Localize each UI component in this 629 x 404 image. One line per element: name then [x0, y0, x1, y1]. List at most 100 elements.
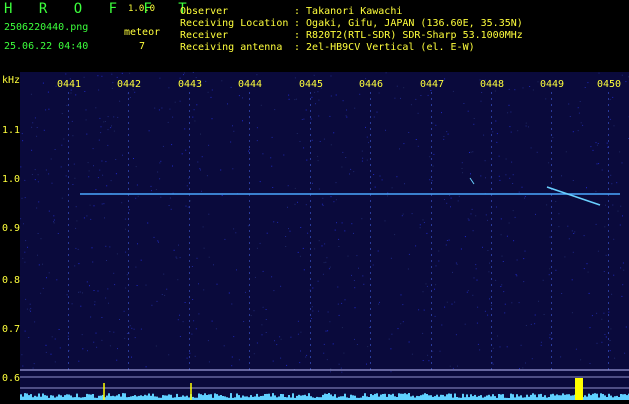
gridline-dash — [68, 200, 69, 202]
noise-speck — [502, 256, 503, 257]
gridline-dash — [68, 188, 69, 190]
gridline-dash — [608, 248, 609, 250]
noise-speck — [239, 359, 240, 360]
noise-floor-bar — [604, 395, 606, 400]
gridline-dash — [128, 176, 129, 178]
gridline-dash — [431, 350, 432, 352]
gridline-dash — [249, 248, 250, 250]
noise-speck — [333, 132, 334, 133]
gridline-dash — [551, 122, 552, 124]
noise-speck — [37, 255, 38, 256]
gridline-dash — [491, 164, 492, 166]
gridline-dash — [249, 236, 250, 238]
gridline-dash — [551, 146, 552, 148]
noise-speck — [622, 75, 623, 76]
noise-speck — [233, 336, 234, 337]
noise-speck — [526, 123, 527, 124]
noise-speck — [88, 176, 89, 177]
noise-floor-bar — [538, 394, 540, 400]
noise-speck — [513, 174, 514, 175]
noise-speck — [180, 101, 181, 102]
noise-speck — [96, 347, 97, 348]
noise-speck — [457, 366, 458, 367]
gridline-dash — [128, 362, 129, 364]
gridline-dash — [128, 104, 129, 106]
gridline-dash — [551, 362, 552, 364]
gridline-dash — [431, 362, 432, 364]
gridline-dash — [431, 116, 432, 118]
noise-speck — [112, 82, 113, 83]
noise-speck — [361, 218, 362, 219]
noise-speck — [339, 315, 340, 316]
gridline-dash — [249, 308, 250, 310]
gridline-dash — [310, 230, 311, 232]
gridline-dash — [128, 188, 129, 190]
noise-speck — [602, 170, 603, 171]
gridline-dash — [68, 230, 69, 232]
noise-speck — [290, 231, 291, 232]
noise-speck — [111, 180, 112, 181]
noise-floor-bar — [354, 396, 356, 400]
gridline-dash — [189, 152, 190, 154]
gridline-dash — [249, 290, 250, 292]
gridline-dash — [370, 356, 371, 358]
noise-floor-bar — [602, 394, 604, 400]
noise-speck — [169, 205, 170, 206]
noise-speck — [194, 121, 195, 122]
noise-speck — [363, 284, 364, 285]
gridline-dash — [68, 242, 69, 244]
gridline-dash — [189, 218, 190, 220]
info-label-receiver: Receiver — [180, 30, 228, 41]
gridline-dash — [491, 176, 492, 178]
gridline-dash — [189, 134, 190, 136]
noise-speck — [612, 205, 613, 206]
noise-speck — [285, 236, 286, 237]
noise-speck — [49, 211, 50, 212]
gridline-dash — [68, 362, 69, 364]
noise-speck — [22, 133, 23, 134]
noise-speck — [101, 76, 102, 77]
gridline-dash — [128, 134, 129, 136]
noise-speck — [171, 144, 172, 145]
x-tick-label: 0444 — [238, 79, 262, 90]
noise-speck — [566, 151, 567, 152]
gridline-dash — [68, 314, 69, 316]
noise-floor-bar — [540, 394, 542, 400]
noise-speck — [552, 137, 553, 138]
noise-speck — [196, 77, 197, 78]
gridline-dash — [128, 128, 129, 130]
gridline-dash — [491, 350, 492, 352]
noise-speck — [257, 127, 258, 128]
noise-floor-bar — [230, 393, 232, 400]
gridline-dash — [189, 356, 190, 358]
gridline-dash — [249, 296, 250, 298]
noise-speck — [68, 336, 69, 337]
noise-speck — [169, 109, 170, 110]
noise-speck — [319, 240, 320, 241]
noise-speck — [75, 228, 76, 229]
noise-speck — [485, 160, 486, 161]
noise-speck — [475, 264, 476, 265]
noise-speck — [52, 183, 53, 184]
noise-speck — [288, 95, 289, 96]
noise-speck — [231, 304, 232, 305]
noise-speck — [63, 139, 64, 140]
gridline-dash — [608, 284, 609, 286]
gridline-dash — [68, 248, 69, 250]
noise-speck — [163, 146, 164, 147]
noise-speck — [409, 254, 410, 255]
noise-speck — [93, 148, 94, 149]
gridline-dash — [608, 182, 609, 184]
noise-speck — [86, 134, 87, 135]
noise-speck — [601, 342, 602, 343]
noise-speck — [105, 121, 106, 122]
noise-floor-bar — [366, 396, 368, 400]
gridline-dash — [491, 314, 492, 316]
gridline-dash — [189, 200, 190, 202]
gridline-dash — [310, 320, 311, 322]
noise-speck — [203, 226, 204, 227]
gridline-dash — [128, 110, 129, 112]
gridline-dash — [310, 254, 311, 256]
noise-speck — [338, 239, 339, 240]
noise-speck — [525, 363, 526, 364]
